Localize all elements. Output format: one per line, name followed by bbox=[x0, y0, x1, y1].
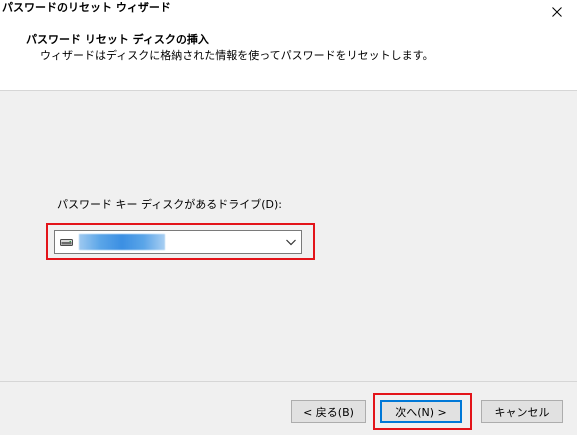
page-description: ウィザードはディスクに格納された情報を使ってパスワードをリセットします。 bbox=[40, 49, 434, 62]
password-reset-wizard-window: パスワードのリセット ウィザード パスワード リセット ディスクの挿入 ウィザー… bbox=[0, 0, 577, 435]
window-title: パスワードのリセット ウィザード bbox=[2, 1, 171, 14]
drive-select-value bbox=[79, 234, 165, 250]
back-button[interactable]: < 戻る(B) bbox=[291, 400, 366, 423]
drive-select[interactable] bbox=[54, 230, 302, 254]
page-title: パスワード リセット ディスクの挿入 bbox=[26, 33, 209, 46]
drive-icon bbox=[60, 239, 73, 246]
wizard-header: パスワード リセット ディスクの挿入 ウィザードはディスクに格納された情報を使っ… bbox=[0, 24, 577, 91]
chevron-down-icon bbox=[286, 239, 296, 246]
title-bar: パスワードのリセット ウィザード bbox=[0, 0, 577, 24]
cancel-button[interactable]: キャンセル bbox=[481, 400, 563, 423]
wizard-content: パスワード キー ディスクがあるドライブ(D): bbox=[0, 91, 577, 381]
next-button[interactable]: 次へ(N) > bbox=[380, 400, 462, 423]
close-button[interactable] bbox=[537, 0, 577, 24]
footer-divider bbox=[0, 381, 577, 382]
drive-select-label: パスワード キー ディスクがあるドライブ(D): bbox=[57, 198, 282, 211]
close-icon bbox=[552, 7, 562, 17]
